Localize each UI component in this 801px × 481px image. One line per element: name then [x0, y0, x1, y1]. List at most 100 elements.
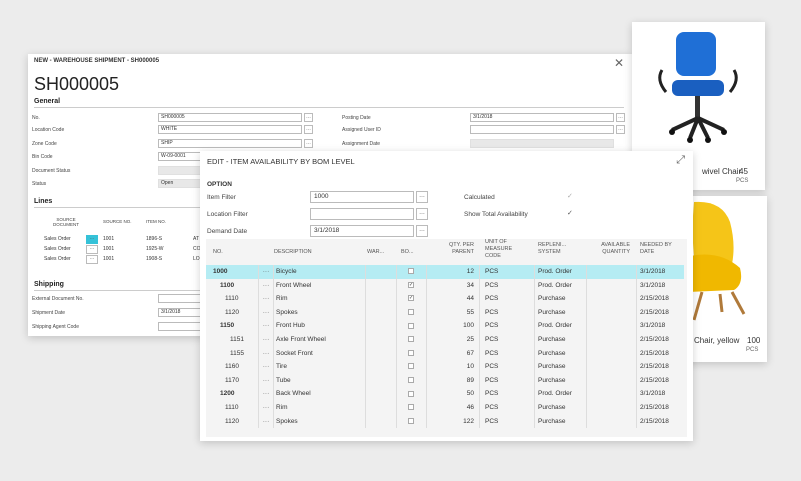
bottleneck-checkbox[interactable] [408, 347, 422, 361]
bottleneck-checkbox[interactable]: ✓ [408, 292, 422, 306]
cell-qty-per-parent: 67 [466, 349, 474, 357]
bom-row[interactable]: 1110 ··· Rim ✓ 44 PCS Purchase 2/15/2018 [206, 292, 684, 306]
col-header-warning[interactable]: WAR... [367, 249, 384, 256]
col-header-replenishment[interactable]: REPLENI... SYSTEM [538, 242, 578, 256]
field-input[interactable] [470, 125, 614, 134]
field-input[interactable]: SHIP [158, 139, 302, 148]
row-menu-button[interactable]: ··· [259, 415, 273, 429]
show-total-checkbox[interactable]: ✓ [567, 209, 573, 217]
expand-icon[interactable]: ⤢ [676, 154, 685, 167]
product-unit: PCS [746, 347, 759, 353]
bom-row[interactable]: 1150 ··· Front Hub 100 PCS Prod. Order 3/1/201… [206, 319, 684, 333]
cell-needed-by-date: 3/1/2018 [640, 281, 666, 289]
field-label: Zone Code [32, 141, 57, 147]
cell-description: Rim [276, 404, 288, 411]
field-label: Posting Date [342, 115, 371, 121]
lines-item-no: 1925-W [146, 246, 164, 252]
row-menu-button[interactable]: ··· [259, 306, 273, 320]
field-input[interactable]: 3/1/2018 [470, 113, 614, 122]
cell-description: Spokes [276, 417, 298, 425]
lines-header-item-no: ITEM NO. [146, 219, 166, 224]
col-header-needed-by-date[interactable]: NEEDED BY DATE [640, 242, 680, 256]
demand-date-input[interactable]: 3/1/2018 [310, 225, 414, 237]
bottleneck-checkbox[interactable] [408, 401, 422, 415]
field-input[interactable] [158, 322, 202, 331]
cell-description: Tube [276, 376, 291, 384]
col-header-bottleneck[interactable]: BO... [401, 249, 414, 256]
lookup-button[interactable]: … [304, 113, 313, 122]
location-filter-input[interactable] [310, 208, 414, 220]
row-menu-button[interactable]: ··· [259, 374, 273, 388]
lookup-button[interactable]: … [616, 125, 625, 134]
row-menu-button[interactable]: ··· [259, 401, 273, 415]
location-filter-lookup-button[interactable]: … [416, 208, 428, 220]
bom-row[interactable]: 1170 ··· Tube 89 PCS Purchase 2/15/2018 [206, 373, 684, 388]
field-input[interactable] [470, 139, 614, 148]
bottleneck-checkbox[interactable] [408, 374, 422, 388]
lookup-button[interactable]: … [304, 139, 313, 148]
field-input[interactable] [158, 294, 202, 303]
lookup-button[interactable]: … [616, 113, 625, 122]
divider [34, 107, 624, 108]
cell-replenishment: Purchase [538, 404, 566, 411]
cell-uom: PCS [485, 295, 499, 303]
cell-description: Rim [276, 295, 288, 303]
cell-needed-by-date: 3/1/2018 [640, 268, 666, 275]
cell-replenishment: Purchase [538, 417, 566, 425]
cell-needed-by-date: 2/15/2018 [640, 417, 669, 425]
row-menu-button[interactable]: ··· [259, 347, 273, 361]
calculated-checkbox[interactable]: ✓ [567, 192, 573, 200]
col-header-no[interactable]: NO. [213, 249, 223, 256]
bottleneck-checkbox[interactable] [408, 415, 422, 429]
lines-description: LO [193, 256, 200, 262]
bottleneck-checkbox[interactable] [408, 360, 422, 374]
row-menu-button[interactable]: ··· [86, 245, 98, 254]
cell-replenishment: Prod. Order [538, 268, 572, 275]
row-menu-button[interactable]: ··· [259, 265, 273, 279]
bom-row[interactable]: 1100 ··· Front Wheel ✓ 34 PCS Prod. Order 3/1/2… [206, 278, 684, 293]
divider [34, 290, 204, 291]
row-menu-button[interactable]: ··· [259, 292, 273, 306]
bom-row[interactable]: 1120 ··· Spokes 55 PCS Purchase 2/15/2018 [206, 305, 684, 320]
item-availability-dialog: EDIT - ITEM AVAILABILITY BY BOM LEVEL ⤢ … [200, 151, 693, 441]
item-filter-input[interactable]: 1000 [310, 191, 414, 203]
lookup-button[interactable]: … [304, 125, 313, 134]
row-menu-button[interactable]: ··· [259, 360, 273, 374]
field-label: Bin Code [32, 154, 53, 160]
row-menu-button[interactable]: ··· [259, 319, 273, 333]
bottleneck-checkbox[interactable] [408, 387, 422, 401]
demand-date-picker-button[interactable]: … [416, 225, 428, 237]
office-chair-image [658, 32, 738, 143]
row-menu-button[interactable]: ··· [259, 279, 273, 293]
row-menu-button[interactable]: ··· [86, 255, 98, 264]
field-input[interactable]: 3/1/2018 [158, 308, 202, 317]
cell-uom: PCS [485, 349, 499, 357]
item-filter-label: Item Filter [207, 194, 236, 201]
bottleneck-checkbox[interactable] [408, 319, 422, 333]
bottleneck-checkbox[interactable] [408, 333, 422, 347]
bottleneck-checkbox[interactable] [408, 306, 422, 320]
col-header-qty-per-parent[interactable]: QTY. PER PARENT [442, 242, 474, 256]
close-icon[interactable]: ✕ [614, 56, 624, 70]
row-menu-button[interactable]: ··· [86, 235, 98, 244]
field-label: No. [32, 115, 40, 121]
bom-row[interactable]: 1200 ··· Back Wheel 50 PCS Prod. Order 3/1/201… [206, 387, 684, 401]
col-header-description[interactable]: DESCRIPTION [274, 249, 312, 256]
bottleneck-checkbox[interactable] [408, 265, 422, 279]
field-input[interactable]: SH000005 [158, 113, 302, 122]
bottleneck-checkbox[interactable]: ✓ [408, 279, 422, 293]
bom-row[interactable]: 1000 ··· Bicycle 12 PCS Prod. Order 3/1/2018 [206, 265, 684, 279]
cell-qty-per-parent: 25 [466, 336, 474, 343]
row-menu-button[interactable]: ··· [259, 333, 273, 347]
cell-uom: PCS [485, 268, 499, 275]
bom-row[interactable]: 1160 ··· Tire 10 PCS Purchase 2/15/2018 [206, 360, 684, 374]
row-menu-button[interactable]: ··· [259, 387, 273, 401]
col-header-available-qty[interactable]: AVAILABLE QUANTITY [590, 242, 630, 256]
item-filter-lookup-button[interactable]: … [416, 191, 428, 203]
bom-row[interactable]: 1151 ··· Axle Front Wheel 25 PCS Purchase 2/15… [206, 333, 684, 347]
col-header-uom[interactable]: UNIT OF MEASURE CODE [485, 239, 527, 260]
bom-row[interactable]: 1110 ··· Rim 46 PCS Purchase 2/15/2018 [206, 401, 684, 415]
field-input[interactable]: WHITE [158, 125, 302, 134]
bom-row[interactable]: 1120 ··· Spokes 122 PCS Purchase 2/15/2018 [206, 414, 684, 429]
bom-row[interactable]: 1155 ··· Socket Front 67 PCS Purchase 2/15/201… [206, 346, 684, 361]
